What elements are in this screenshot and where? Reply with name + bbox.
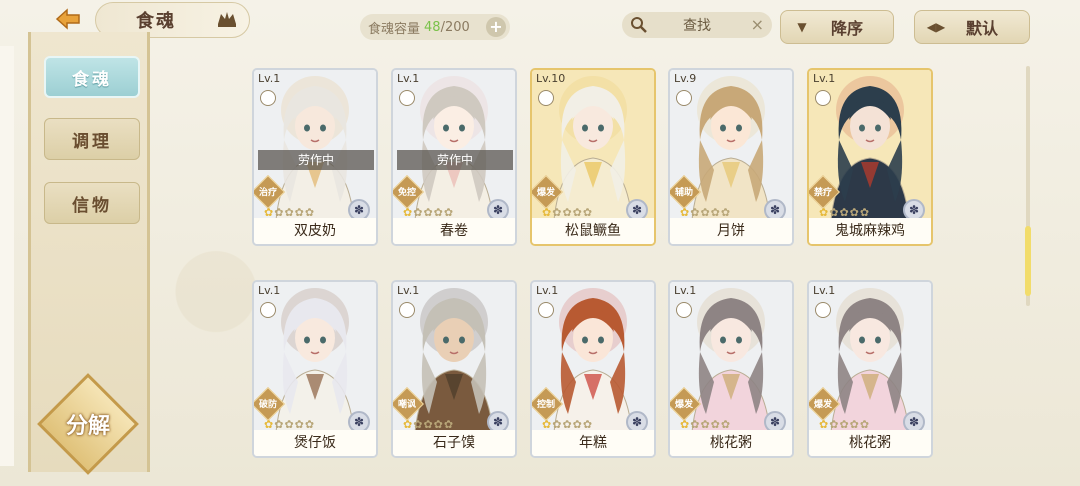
character-name: 桃花粥 <box>670 430 792 456</box>
character-card[interactable]: Lv.1 爆发 ✿✿✿✿✿ ✽ 桃花粥 <box>807 280 933 458</box>
character-card[interactable]: Lv.1 嘲讽 ✿✿✿✿✿ ✽ 石子馍 <box>391 280 517 458</box>
character-card[interactable]: Lv.1 控制 ✿✿✿✿✿ ✽ 年糕 <box>530 280 656 458</box>
character-card[interactable]: Lv.1 禁疗 ✿✿✿✿✿ ✽ 鬼城麻辣鸡 <box>807 68 933 246</box>
character-name: 松鼠鳜鱼 <box>532 218 654 244</box>
character-card[interactable]: Lv.1 破防 ✿✿✿✿✿ ✽ 煲仔饭 <box>252 280 378 458</box>
level-label: Lv.1 <box>397 284 420 297</box>
character-name: 年糕 <box>532 430 654 456</box>
triangle-down-icon: ▼ <box>797 20 807 34</box>
working-status: 劳作中 <box>258 150 374 170</box>
lock-toggle[interactable] <box>815 90 831 106</box>
level-label: Lv.10 <box>536 72 566 85</box>
sort-mode-label: 默认 <box>965 19 998 38</box>
lock-toggle[interactable] <box>260 90 276 106</box>
role-label: 免控 <box>397 188 416 198</box>
character-card[interactable]: Lv.1 劳作中 治疗 ✿✿✿✿✿ ✽ 双皮奶 <box>252 68 378 246</box>
decompose-label[interactable]: 分解 <box>52 408 124 440</box>
lock-toggle[interactable] <box>399 302 415 318</box>
lock-toggle[interactable] <box>260 302 276 318</box>
role-label: 禁疗 <box>813 188 832 198</box>
character-name: 月饼 <box>670 218 792 244</box>
level-label: Lv.1 <box>258 284 281 297</box>
role-label: 辅助 <box>674 188 693 198</box>
capacity-current: 48 <box>424 19 441 35</box>
lock-toggle[interactable] <box>399 90 415 106</box>
character-name: 春卷 <box>393 218 515 244</box>
character-card[interactable]: Lv.1 劳作中 免控 ✿✿✿✿✿ ✽ 春卷 <box>391 68 517 246</box>
crown-icon <box>218 12 236 27</box>
lock-toggle[interactable] <box>676 90 692 106</box>
role-label: 爆发 <box>674 400 693 410</box>
search-label: 查找 <box>683 18 711 34</box>
sidebar-tab-1[interactable]: 调理 <box>44 118 140 160</box>
character-card[interactable]: Lv.9 辅助 ✿✿✿✿✿ ✽ 月饼 <box>668 68 794 246</box>
character-name: 鬼城麻辣鸡 <box>809 218 931 244</box>
sidebar-tab-2[interactable]: 信物 <box>44 182 140 224</box>
scrollbar[interactable] <box>1025 66 1031 306</box>
top-bar: 食魂 食魂容量 48 /200 + 查找 × ▼ 降序 ◀▶ 默认 <box>0 0 1080 44</box>
scrollbar-thumb[interactable] <box>1025 226 1031 296</box>
sidebar-tab-0[interactable]: 食魂 <box>44 56 140 98</box>
working-status: 劳作中 <box>397 150 513 170</box>
role-label: 破防 <box>258 400 277 410</box>
left-margin <box>0 46 14 466</box>
capacity-display: 食魂容量 48 /200 + <box>360 14 510 40</box>
lock-toggle[interactable] <box>676 302 692 318</box>
role-label: 控制 <box>536 400 555 410</box>
character-name: 煲仔饭 <box>254 430 376 456</box>
level-label: Lv.1 <box>397 72 420 85</box>
capacity-label: 食魂容量 <box>368 21 421 37</box>
lock-toggle[interactable] <box>538 90 554 106</box>
role-label: 治疗 <box>258 188 277 198</box>
level-label: Lv.1 <box>258 72 281 85</box>
character-name: 桃花粥 <box>809 430 931 456</box>
level-label: Lv.1 <box>536 284 559 297</box>
character-card[interactable]: Lv.10 爆发 ✿✿✿✿✿ ✽ 松鼠鳜鱼 <box>530 68 656 246</box>
sort-order-label: 降序 <box>830 19 863 38</box>
add-capacity-button[interactable]: + <box>486 17 506 37</box>
back-button[interactable] <box>48 4 88 34</box>
level-label: Lv.1 <box>813 284 836 297</box>
lock-toggle[interactable] <box>815 302 831 318</box>
back-arrow-icon <box>55 8 80 30</box>
character-name: 石子馍 <box>393 430 515 456</box>
filter-icon: ◀▶ <box>926 20 946 34</box>
sort-mode-button[interactable]: ◀▶ 默认 <box>914 10 1030 44</box>
level-label: Lv.1 <box>813 72 836 85</box>
search-input[interactable]: 查找 × <box>622 12 772 38</box>
magnifier-icon <box>631 17 647 33</box>
role-label: 爆发 <box>813 400 832 410</box>
level-label: Lv.9 <box>674 72 697 85</box>
role-label: 嘲讽 <box>397 400 416 410</box>
clear-search-button[interactable]: × <box>751 15 764 34</box>
role-label: 爆发 <box>536 188 555 198</box>
character-name: 双皮奶 <box>254 218 376 244</box>
sort-order-button[interactable]: ▼ 降序 <box>780 10 894 44</box>
character-card[interactable]: Lv.1 爆发 ✿✿✿✿✿ ✽ 桃花粥 <box>668 280 794 458</box>
capacity-max: /200 <box>440 19 470 35</box>
lock-toggle[interactable] <box>538 302 554 318</box>
level-label: Lv.1 <box>674 284 697 297</box>
